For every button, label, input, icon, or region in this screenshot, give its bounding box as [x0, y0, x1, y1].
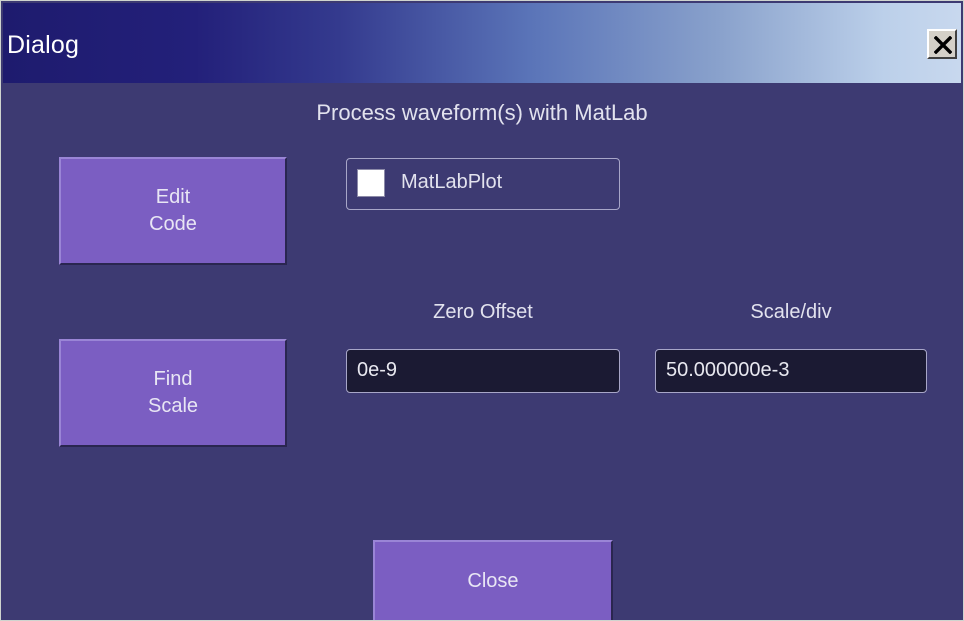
scale-div-label: Scale/div [750, 301, 832, 323]
dialog-content: Process waveform(s) with MatLab Edit Cod… [3, 83, 961, 620]
dialog-window: Dialog Process waveform(s) with MatLab E… [0, 0, 964, 621]
close-icon [934, 36, 952, 54]
matlab-plot-checkbox[interactable]: MatLabPlot [346, 158, 620, 210]
find-scale-label-line1: Find [153, 368, 193, 390]
checkbox-box[interactable] [357, 169, 385, 197]
matlab-plot-label: MatLabPlot [401, 171, 503, 193]
edit-code-label-line1: Edit [155, 186, 191, 208]
zero-offset-field[interactable]: 0e-9 [346, 349, 620, 393]
title-bar[interactable]: Dialog [3, 3, 961, 83]
find-scale-label-line2: Scale [147, 395, 199, 417]
close-button[interactable]: Close [373, 540, 613, 620]
window-title: Dialog [7, 31, 80, 59]
find-scale-button[interactable]: Find Scale [59, 339, 287, 447]
edit-code-label-line2: Code [149, 213, 197, 235]
dialog-heading: Process waveform(s) with MatLab [316, 100, 648, 125]
zero-offset-label: Zero Offset [433, 301, 533, 323]
window-close-button[interactable] [927, 29, 957, 59]
scale-div-field[interactable]: 50.000000e-3 [655, 349, 927, 393]
edit-code-button[interactable]: Edit Code [59, 157, 287, 265]
